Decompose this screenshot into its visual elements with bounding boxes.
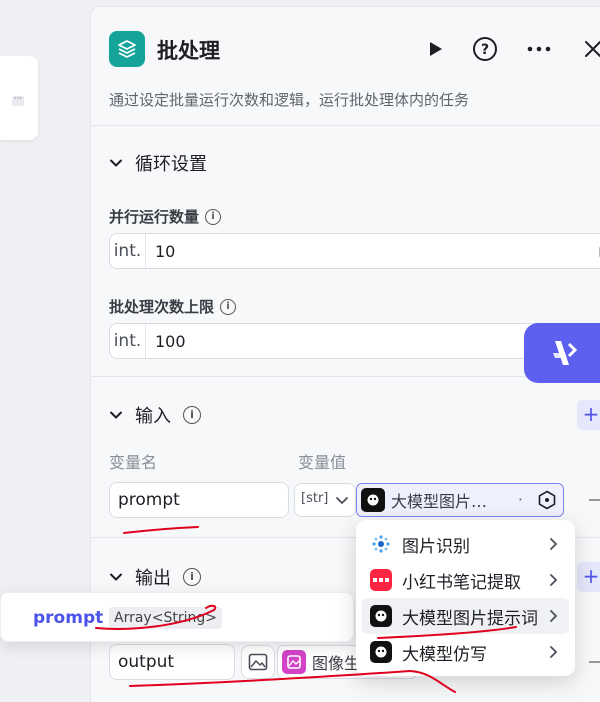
variable-icon[interactable] bbox=[537, 490, 557, 510]
llm-icon bbox=[370, 641, 392, 663]
batch-limit-label-text: 批处理次数上限 bbox=[109, 298, 215, 316]
remove-input-icon[interactable] bbox=[589, 499, 600, 501]
layers-icon bbox=[109, 31, 145, 67]
info-icon[interactable]: i bbox=[183, 406, 201, 424]
help-icon[interactable]: ? bbox=[471, 35, 499, 63]
batch-limit-prefix: int. bbox=[110, 324, 146, 358]
info-icon[interactable]: i bbox=[183, 568, 201, 586]
menu-item-llm-image-prompt[interactable]: 大模型图片提示词 bbox=[362, 598, 569, 634]
divider bbox=[91, 376, 600, 377]
chevron-down-icon bbox=[110, 573, 122, 581]
node-more-icon[interactable]: ··· bbox=[12, 95, 24, 106]
tooltip-variable-type: Array<String> bbox=[109, 607, 222, 629]
image-recognition-icon bbox=[370, 533, 392, 555]
reference-separator: · bbox=[517, 490, 523, 509]
chevron-right-icon bbox=[550, 538, 558, 550]
llm-icon bbox=[370, 605, 392, 627]
add-output-button[interactable]: + bbox=[577, 562, 600, 592]
menu-item-image-recognition[interactable]: 图片识别 bbox=[362, 526, 569, 562]
app-logo-icon[interactable] bbox=[524, 323, 600, 383]
panel-header: 批处理 ? bbox=[109, 29, 600, 69]
play-icon[interactable] bbox=[421, 35, 449, 63]
divider bbox=[91, 125, 600, 126]
more-icon[interactable] bbox=[525, 35, 553, 63]
menu-item-xiaohongshu[interactable]: 小红书笔记提取 bbox=[362, 562, 569, 598]
col-variable-value: 变量值 bbox=[298, 453, 347, 472]
info-icon[interactable]: i bbox=[205, 208, 222, 225]
output-variable-name[interactable]: output bbox=[109, 644, 235, 680]
panel-description: 通过设定批量运行次数和逻辑，运行批处理体内的任务 bbox=[109, 91, 470, 109]
variable-tooltip: prompt Array<String> bbox=[0, 592, 354, 642]
canvas-node-card[interactable]: ··· bbox=[0, 56, 38, 140]
llm-icon bbox=[361, 488, 385, 512]
svg-text:?: ? bbox=[481, 42, 489, 58]
menu-item-label: 大模型图片提示词 bbox=[402, 608, 538, 629]
tooltip-variable-name: prompt bbox=[33, 608, 104, 628]
chevron-right-icon bbox=[550, 610, 558, 622]
input-reference-value[interactable]: 大模型图片… · bbox=[356, 483, 564, 517]
col-variable-name: 变量名 bbox=[109, 453, 158, 472]
parallel-value: 10 bbox=[155, 242, 176, 261]
reference-label: 大模型图片… bbox=[391, 492, 488, 511]
menu-item-llm-imitation[interactable]: 大模型仿写 bbox=[362, 634, 569, 670]
info-icon[interactable]: i bbox=[220, 298, 237, 315]
menu-item-label: 大模型仿写 bbox=[402, 644, 487, 665]
image-icon bbox=[248, 653, 268, 671]
chevron-down-icon bbox=[110, 411, 122, 419]
menu-item-label: 小红书笔记提取 bbox=[402, 572, 521, 593]
output-type-select[interactable] bbox=[241, 645, 275, 679]
input-section-title: 输入 bbox=[135, 406, 171, 427]
parallel-label: 并行运行数量 i bbox=[109, 206, 222, 227]
batch-limit-label: 批处理次数上限 i bbox=[109, 296, 237, 317]
remove-output-icon[interactable] bbox=[589, 661, 600, 663]
loop-section-title: 循环设置 bbox=[135, 154, 207, 175]
menu-item-label: 图片识别 bbox=[402, 536, 470, 557]
chevron-down-icon bbox=[336, 497, 348, 504]
loop-section-header[interactable]: 循环设置 bbox=[109, 150, 207, 176]
xiaohongshu-icon bbox=[370, 569, 392, 591]
close-icon[interactable] bbox=[579, 35, 600, 63]
input-section-header[interactable]: 输入 i bbox=[109, 402, 201, 428]
add-input-button[interactable]: + bbox=[577, 400, 600, 430]
chevron-right-icon bbox=[550, 574, 558, 586]
parallel-count-field[interactable]: int. 10 bbox=[109, 233, 600, 269]
output-reference-label: 图像生 bbox=[312, 654, 361, 673]
chevron-right-icon bbox=[550, 646, 558, 658]
input-variable-name[interactable]: prompt bbox=[109, 482, 289, 518]
parallel-label-text: 并行运行数量 bbox=[109, 208, 200, 226]
image-generate-icon bbox=[282, 650, 306, 674]
batch-limit-value: 100 bbox=[155, 332, 186, 351]
chevron-down-icon bbox=[110, 159, 122, 167]
parallel-prefix: int. bbox=[110, 234, 146, 268]
panel-title: 批处理 bbox=[157, 39, 220, 63]
reference-dropdown-menu: 图片识别 小红书笔记提取 大模型图片提示词 大模型仿写 bbox=[356, 520, 575, 676]
output-section-header[interactable]: 输出 i bbox=[109, 564, 201, 590]
type-label: [str] bbox=[301, 491, 329, 506]
output-section-title: 输出 bbox=[135, 568, 171, 589]
input-type-select[interactable]: [str] bbox=[294, 483, 356, 517]
